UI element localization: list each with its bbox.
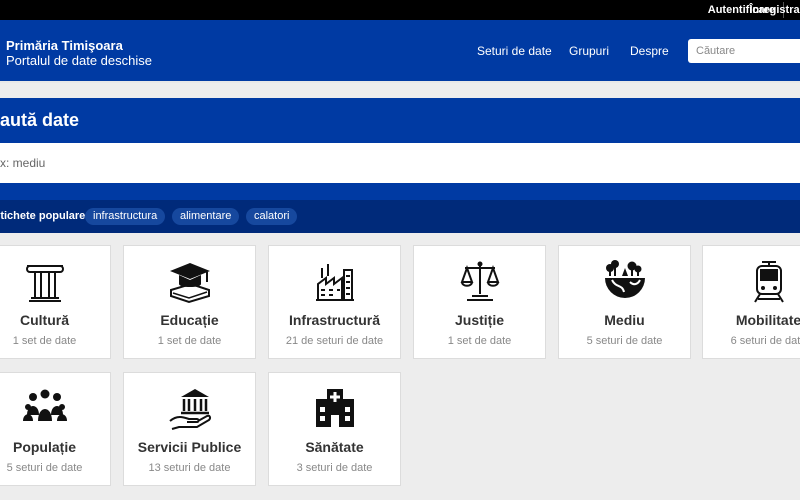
top-bar: Autentificare Înregistrare [0, 0, 800, 20]
site-header: Primăria Timişoara Portalul de date desc… [0, 20, 800, 83]
brand-subtitle[interactable]: Portalul de date deschise [6, 53, 152, 68]
category-card-cultura[interactable]: Cultură 1 set de date [0, 245, 111, 359]
category-count: 1 set de date [157, 335, 222, 347]
category-count: 1 set de date [12, 335, 77, 347]
people-group-icon [22, 385, 68, 431]
category-count: 5 seturi de date [586, 335, 663, 347]
category-count: 21 de seturi de date [285, 335, 384, 347]
category-count: 1 set de date [447, 335, 512, 347]
tag-alimentare[interactable]: alimentare [172, 208, 240, 225]
hero-title: Caută date [0, 110, 80, 130]
category-name: Educație [160, 312, 219, 328]
tram-icon [746, 258, 792, 304]
dataset-search-input[interactable] [0, 143, 800, 183]
category-count: 5 seturi de date [6, 462, 83, 474]
nav-datasets[interactable]: Seturi de date [477, 44, 552, 58]
category-name: Sănătate [305, 439, 364, 455]
category-card-sanatate[interactable]: Sănătate 3 seturi de date [268, 372, 401, 486]
graduation-cap-icon [167, 258, 213, 304]
category-count: 13 seturi de date [148, 462, 231, 474]
search-hero: Caută date [0, 98, 800, 200]
category-name: Infrastructură [288, 312, 381, 328]
category-count: 6 seturi de date [730, 335, 800, 347]
register-link[interactable]: Înregistrare [749, 0, 800, 20]
category-card-servicii-publice[interactable]: Servicii Publice 13 seturi de date [123, 372, 256, 486]
brand-title[interactable]: Primăria Timişoara [6, 38, 123, 53]
category-name: Servicii Publice [137, 439, 242, 455]
hospital-icon [312, 385, 358, 431]
category-name: Cultură [20, 312, 69, 328]
popular-tags-bar: Etichete populare infrastructura aliment… [0, 200, 800, 233]
tag-calatori[interactable]: calatori [246, 208, 298, 225]
category-card-educatie[interactable]: Educație 1 set de date [123, 245, 256, 359]
tag-infrastructura[interactable]: infrastructura [85, 208, 166, 225]
category-card-infrastructura[interactable]: Infrastructură 21 de seturi de date [268, 245, 401, 359]
earth-trees-icon [602, 258, 648, 304]
popular-tags-label: Etichete populare [0, 210, 86, 222]
header-search-input[interactable] [688, 39, 800, 63]
nav-about[interactable]: Despre [630, 44, 669, 58]
category-card-mediu[interactable]: Mediu 5 seturi de date [558, 245, 691, 359]
nav-groups[interactable]: Grupuri [569, 44, 609, 58]
category-card-justitie[interactable]: Justiție 1 set de date [413, 245, 546, 359]
category-name: Populație [12, 439, 76, 455]
factory-icon [312, 258, 358, 304]
scales-icon [457, 258, 503, 304]
category-name: Justiție [454, 312, 504, 328]
category-count: 3 seturi de date [296, 462, 373, 474]
category-name: Mobilitate [735, 312, 800, 328]
columns-icon [22, 258, 68, 304]
category-card-populatie[interactable]: Populație 5 seturi de date [0, 372, 111, 486]
category-name: Mediu [604, 312, 645, 328]
category-card-mobilitate[interactable]: Mobilitate 6 seturi de date [702, 245, 800, 359]
hand-building-icon [167, 385, 213, 431]
